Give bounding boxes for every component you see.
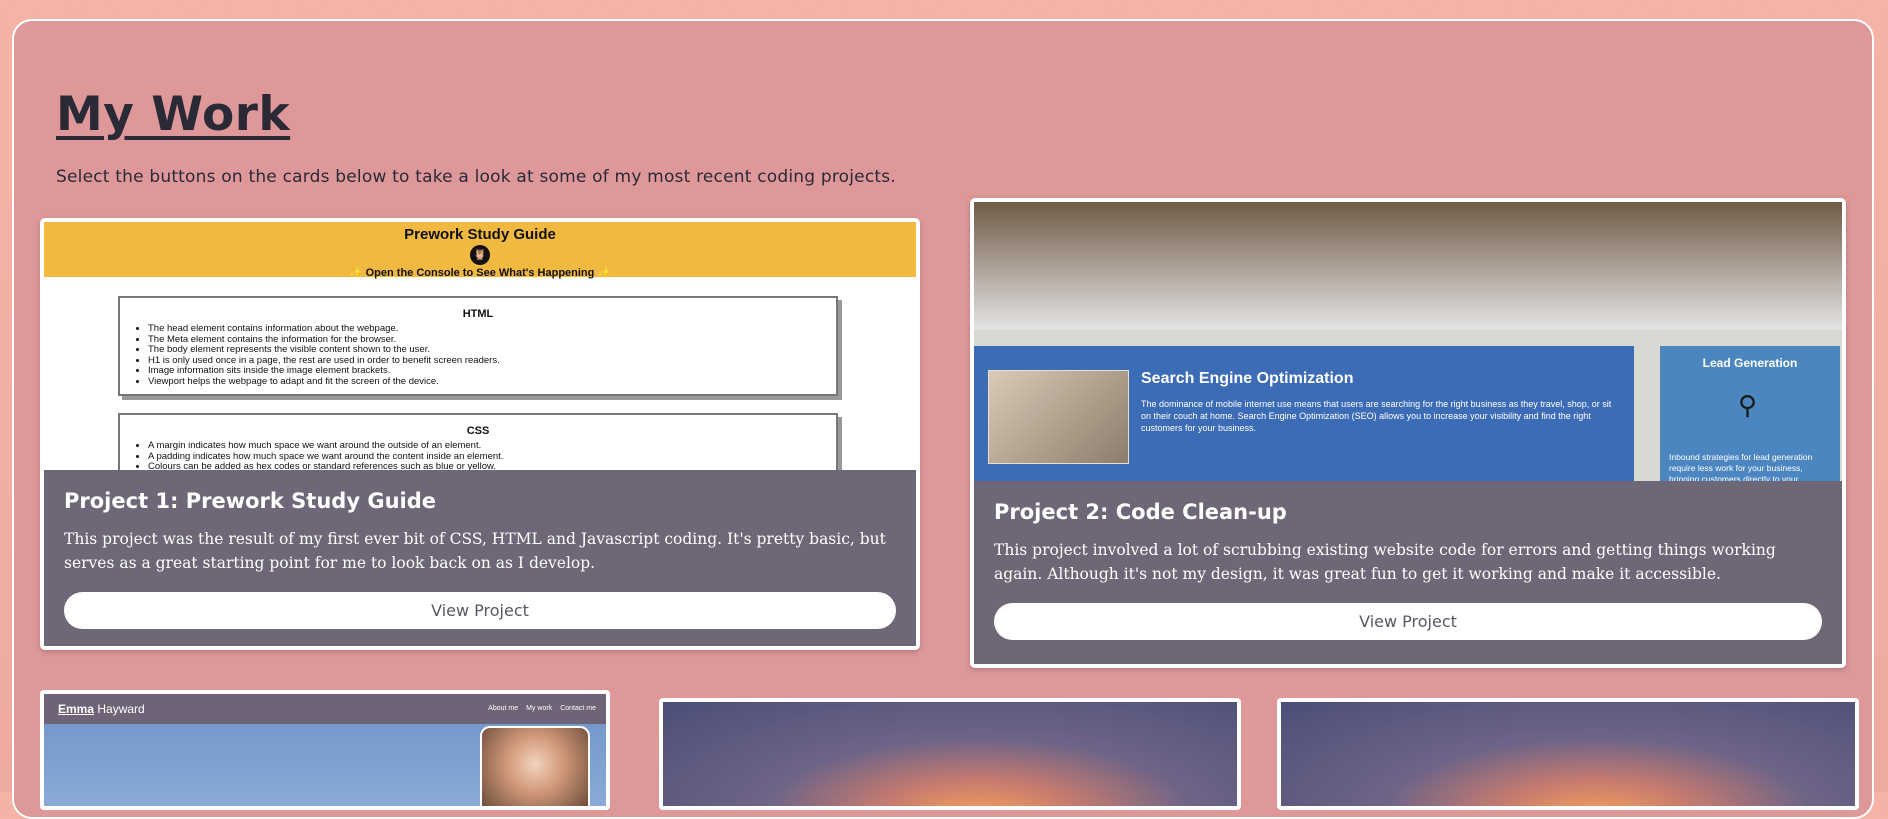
project-card-3: Emma Hayward About me My work Contact me — [40, 690, 610, 810]
lead-text: Inbound strategies for lead generation r… — [1669, 452, 1813, 481]
project-card-5 — [1277, 698, 1859, 810]
lead-generation-banner: Lead Generation ⚲ Inbound strategies for… — [1660, 346, 1840, 481]
nav-link-about: About me — [488, 705, 519, 712]
project-1-preview-image: Prework Study Guide 🦉 ✨ Open the Console… — [44, 222, 916, 470]
sunset-cloud-image — [663, 702, 1237, 806]
project-card-1: Prework Study Guide 🦉 ✨ Open the Console… — [40, 218, 920, 650]
owl-icon: 🦉 — [470, 245, 490, 265]
preview-section-heading: HTML — [462, 308, 494, 320]
nav-link-contact: Contact me — [560, 705, 596, 712]
project-title: Project 2: Code Clean-up — [994, 500, 1287, 524]
preview-list-item: The body element represents the visible … — [148, 344, 826, 356]
nav-link-work: My work — [526, 705, 553, 712]
preview-list-item: A margin indicates how much space we wan… — [148, 440, 826, 452]
lead-title: Lead Generation — [1702, 356, 1798, 370]
view-project-button[interactable]: View Project — [64, 592, 896, 629]
preview-list-item: Image information sits inside the image … — [148, 365, 826, 377]
seo-banner: Search Engine Optimization The dominance… — [974, 346, 1634, 481]
portfolio-brand: Emma Hayward — [58, 702, 145, 716]
portfolio-nav-links: About me My work Contact me — [488, 705, 596, 712]
seo-thumbnail — [988, 370, 1129, 464]
preview-list-item: Colours can be added as hex codes or sta… — [148, 461, 826, 470]
portfolio-nav: Emma Hayward About me My work Contact me — [44, 694, 606, 724]
project-card-2: Search Engine Optimization The dominance… — [970, 198, 1846, 668]
project-title: Project 1: Prework Study Guide — [64, 489, 436, 513]
preview-header: Prework Study Guide 🦉 ✨ Open the Console… — [44, 222, 916, 279]
avatar — [480, 726, 590, 806]
funnel-icon: ⚲ — [1738, 390, 1758, 420]
meeting-photo — [974, 202, 1842, 330]
preview-section-heading: CSS — [466, 425, 490, 437]
preview-html-box: HTML The head element contains informati… — [118, 296, 838, 396]
seo-title: Search Engine Optimization — [1141, 370, 1354, 387]
preview-console-note: ✨ Open the Console to See What's Happeni… — [348, 267, 612, 279]
brand-first-name: Emma — [58, 702, 95, 716]
portfolio-preview-image: Emma Hayward About me My work Contact me — [44, 694, 606, 806]
project-2-preview-image: Search Engine Optimization The dominance… — [974, 202, 1842, 481]
project-1-body: Project 1: Prework Study Guide This proj… — [44, 470, 916, 646]
project-card-4 — [659, 698, 1241, 810]
page-title: My Work — [56, 87, 291, 142]
project-2-body: Project 2: Code Clean-up This project in… — [974, 481, 1842, 664]
intro-text: Select the buttons on the cards below to… — [56, 167, 896, 187]
view-project-button[interactable]: View Project — [994, 603, 1822, 640]
project-description: This project was the result of my first … — [64, 530, 886, 572]
preview-title: Prework Study Guide — [404, 226, 556, 243]
brand-last-name: Hayward — [94, 702, 145, 716]
sunset-cloud-image — [1281, 702, 1855, 806]
preview-list-item: Viewport helps the webpage to adapt and … — [148, 376, 826, 388]
seo-text: The dominance of mobile internet use mea… — [1141, 399, 1612, 433]
preview-css-box: CSS A margin indicates how much space we… — [118, 413, 838, 470]
project-description: This project involved a lot of scrubbing… — [994, 541, 1776, 583]
my-work-section: My Work Select the buttons on the cards … — [12, 19, 1874, 819]
preview-list-item: The head element contains information ab… — [148, 323, 826, 335]
